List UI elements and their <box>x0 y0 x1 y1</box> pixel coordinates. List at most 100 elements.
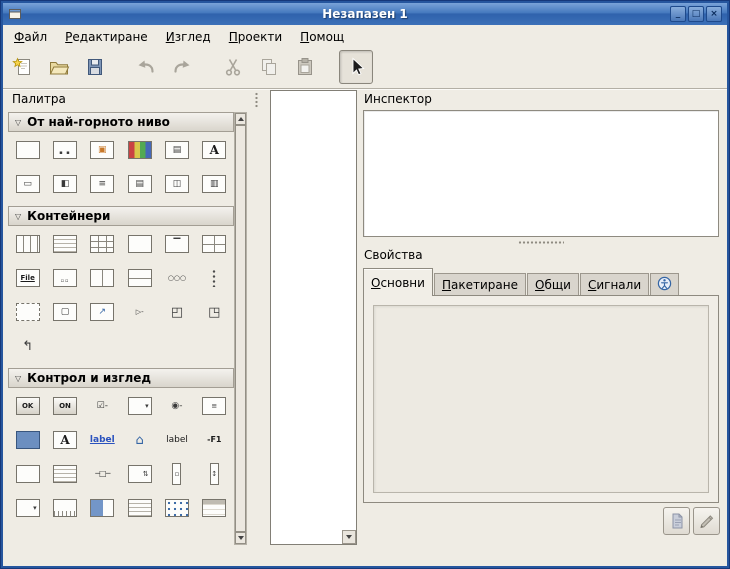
selector-button[interactable] <box>339 50 373 84</box>
palette-check-button[interactable]: ☑- <box>84 393 121 419</box>
palette-scrolled-window[interactable] <box>9 299 46 325</box>
palette-font-selection-dialog[interactable]: A <box>196 137 233 163</box>
new-button[interactable] <box>6 50 40 84</box>
palette-combo-box-entry[interactable]: ▾ <box>9 495 46 521</box>
palette-vbuttonbox[interactable] <box>196 265 233 291</box>
properties-edit-button[interactable] <box>693 507 720 535</box>
tab-accessibility[interactable] <box>650 273 679 296</box>
palette-tree-view[interactable] <box>196 495 233 521</box>
close-button[interactable]: × <box>706 6 722 22</box>
palette-color-selection-dialog[interactable] <box>121 137 158 163</box>
menu-view[interactable]: Изглед <box>157 27 220 47</box>
properties-doc-button[interactable] <box>663 507 690 535</box>
palette-table[interactable] <box>84 231 121 257</box>
inspector-splitter-handle[interactable] <box>518 240 564 245</box>
palette-option-menu[interactable]: ≡ <box>196 393 233 419</box>
palette-hbuttonbox[interactable]: ○○○ <box>158 265 195 291</box>
palette-spin-button[interactable]: ⇅ <box>121 461 158 487</box>
palette-button[interactable]: OK <box>9 393 46 419</box>
palette-aspect-frame[interactable]: ◳ <box>196 299 233 325</box>
palette-href[interactable]: label <box>84 427 121 453</box>
palette-home-entry-icon: ⌂ <box>128 431 152 449</box>
menu-file[interactable]: Файл <box>5 27 56 47</box>
palette-gnome-app[interactable]: ◧ <box>46 171 83 197</box>
cut-scissors-icon <box>222 56 244 78</box>
palette-curve[interactable]: ↗ <box>84 299 121 325</box>
palette-toggle-button[interactable]: ON <box>46 393 83 419</box>
palette-combo-box[interactable]: ▾ <box>121 393 158 419</box>
palette-frame[interactable] <box>121 231 158 257</box>
palette-vscale[interactable]: ▫ <box>158 461 195 487</box>
palette-gnome-dialog[interactable]: ≡ <box>84 171 121 197</box>
palette-gnome-druid[interactable]: ▥ <box>196 171 233 197</box>
palette-hpaned[interactable] <box>84 265 121 291</box>
palette-message-dialog[interactable]: ▣ <box>84 137 121 163</box>
palette-menubar[interactable]: File <box>9 265 46 291</box>
maximize-button[interactable]: □ <box>688 6 704 22</box>
palette-accel-label[interactable]: -F1 <box>196 427 233 453</box>
tab-common[interactable]: Общи <box>527 273 579 296</box>
palette-viewport[interactable]: ▢ <box>46 299 83 325</box>
palette-vbox[interactable] <box>46 231 83 257</box>
inspector-view[interactable] <box>363 110 719 237</box>
palette-expander[interactable]: ▷- <box>121 299 158 325</box>
palette-file-selection-dialog[interactable]: ▤ <box>158 137 195 163</box>
palette-window[interactable] <box>9 137 46 163</box>
palette-notebook[interactable]: ▔ <box>158 231 195 257</box>
section-controls-header[interactable]: ▽Контрол и изглед <box>8 368 234 388</box>
palette-hbox[interactable] <box>9 231 46 257</box>
palette-handle-box[interactable]: ↰ <box>9 333 46 359</box>
palette-hscale[interactable]: ─□─ <box>84 461 121 487</box>
cut-button[interactable] <box>216 50 250 84</box>
canvas-scroll-down-button[interactable] <box>342 530 356 544</box>
redo-button[interactable] <box>165 50 199 84</box>
palette-scroll-up-button[interactable] <box>235 113 246 125</box>
undo-button[interactable] <box>129 50 163 84</box>
save-button[interactable] <box>78 50 112 84</box>
palette-splitter-handle[interactable] <box>254 92 259 108</box>
palette-text-box[interactable] <box>121 495 158 521</box>
paste-button[interactable] <box>288 50 322 84</box>
palette-gnome-property-box[interactable]: ◫ <box>158 171 195 197</box>
palette-progress-bar[interactable] <box>84 495 121 521</box>
palette-radio-button[interactable]: ◉- <box>158 393 195 419</box>
palette-hruler[interactable] <box>46 495 83 521</box>
copy-button[interactable] <box>252 50 286 84</box>
palette-toolbar[interactable]: ▫▫ <box>46 265 83 291</box>
palette-text-view[interactable] <box>46 461 83 487</box>
tab-signals[interactable]: Сигнали <box>580 273 649 296</box>
palette-dialog[interactable]: ▪ ▪ <box>46 137 83 163</box>
open-button[interactable] <box>42 50 76 84</box>
palette-fixed[interactable] <box>196 231 233 257</box>
section-toplevel-grid: ▪ ▪▣▤A▭◧≡▤◫▥ <box>8 137 234 197</box>
palette-scrollbar-thumb[interactable] <box>235 125 246 532</box>
palette-gnome-about[interactable]: ▤ <box>121 171 158 197</box>
titlebar[interactable]: Незапазен 1 _□× <box>3 3 727 25</box>
section-toplevel-header[interactable]: ▽От най-горното ниво <box>8 112 234 132</box>
menu-help[interactable]: Помощ <box>291 27 353 47</box>
palette-icon-view[interactable] <box>158 495 195 521</box>
palette-label[interactable]: label <box>158 427 195 453</box>
section-containers-header[interactable]: ▽Контейнери <box>8 206 234 226</box>
palette-window-icon <box>16 141 40 159</box>
minimize-button[interactable]: _ <box>670 6 686 22</box>
palette-vpaned[interactable] <box>121 265 158 291</box>
palette-label-big[interactable]: A <box>46 427 83 453</box>
design-canvas[interactable] <box>270 90 357 545</box>
palette-scrollbar[interactable] <box>234 112 247 545</box>
menu-projects[interactable]: Проекти <box>220 27 291 47</box>
palette-message-dialog-icon: ▣ <box>90 141 114 159</box>
palette-input-dialog[interactable]: ▭ <box>9 171 46 197</box>
palette-text-entry[interactable] <box>9 461 46 487</box>
palette-entry[interactable] <box>9 427 46 453</box>
window-title: Незапазен 1 <box>3 7 727 21</box>
palette-scrolled-window-icon <box>16 303 40 321</box>
palette-home-entry[interactable]: ⌂ <box>121 427 158 453</box>
palette-alignment[interactable]: ◰ <box>158 299 195 325</box>
palette-vscrollbar[interactable]: ↕ <box>196 461 233 487</box>
tab-general[interactable]: Основни <box>363 268 433 296</box>
menu-edit[interactable]: Редактиране <box>56 27 157 47</box>
palette-scroll-down-button[interactable] <box>235 532 246 544</box>
tab-packing[interactable]: Пакетиране <box>434 273 526 296</box>
menu-edit-mnemonic: Р <box>65 30 72 44</box>
